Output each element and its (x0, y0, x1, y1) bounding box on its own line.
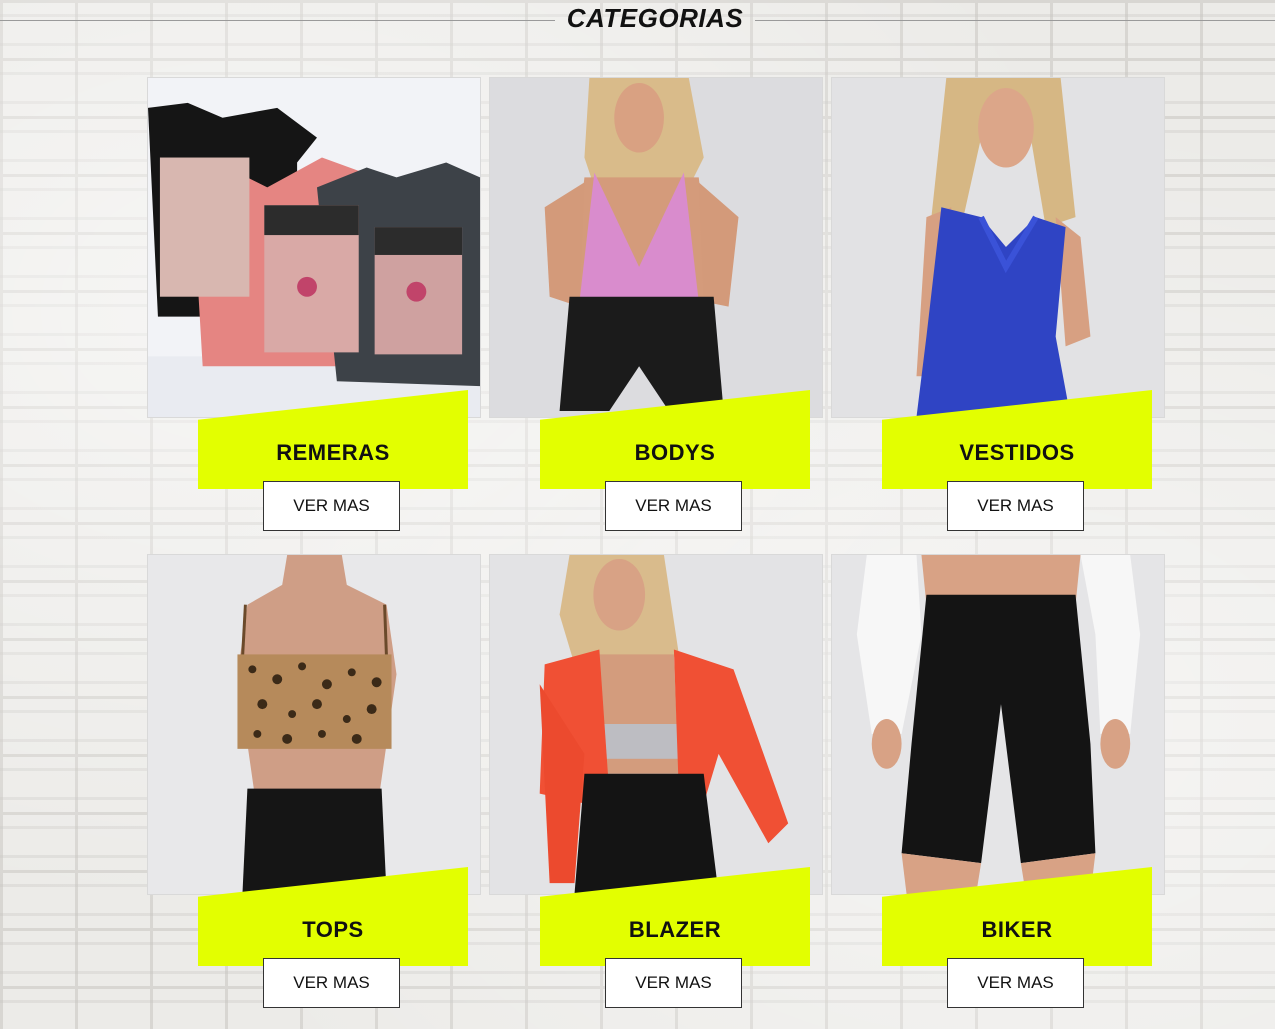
category-title: REMERAS (276, 440, 390, 465)
category-image-blazer[interactable] (489, 554, 823, 895)
category-card-blazer: BLAZER VER MAS (489, 554, 823, 1014)
category-title: BIKER (981, 917, 1053, 942)
categories-header: CATEGORIAS (0, 0, 1275, 40)
ver-mas-button-vestidos[interactable]: VER MAS (947, 481, 1084, 531)
header-divider-left (0, 20, 555, 21)
ver-mas-button-tops[interactable]: VER MAS (263, 958, 400, 1008)
category-card-vestidos: VESTIDOS VER MAS (831, 77, 1165, 537)
category-card-bodys: BODYS VER MAS (489, 77, 823, 537)
header-divider-right (755, 20, 1275, 21)
category-card-remeras: REMERAS VER MAS (147, 77, 481, 537)
category-image-biker[interactable] (831, 554, 1165, 895)
section-title: CATEGORIAS (566, 3, 744, 33)
category-title: BLAZER (628, 917, 722, 942)
ver-mas-button-blazer[interactable]: VER MAS (605, 958, 742, 1008)
category-title: TOPS (302, 917, 364, 942)
category-image-vestidos[interactable] (831, 77, 1165, 418)
category-image-tops[interactable] (147, 554, 481, 895)
ver-mas-button-biker[interactable]: VER MAS (947, 958, 1084, 1008)
category-card-biker: BIKER VER MAS (831, 554, 1165, 1014)
ver-mas-button-bodys[interactable]: VER MAS (605, 481, 742, 531)
category-title: BODYS (634, 440, 716, 465)
category-image-bodys[interactable] (489, 77, 823, 418)
category-card-tops: TOPS VER MAS (147, 554, 481, 1014)
ver-mas-button-remeras[interactable]: VER MAS (263, 481, 400, 531)
category-title: VESTIDOS (959, 440, 1075, 465)
category-image-remeras[interactable] (147, 77, 481, 418)
